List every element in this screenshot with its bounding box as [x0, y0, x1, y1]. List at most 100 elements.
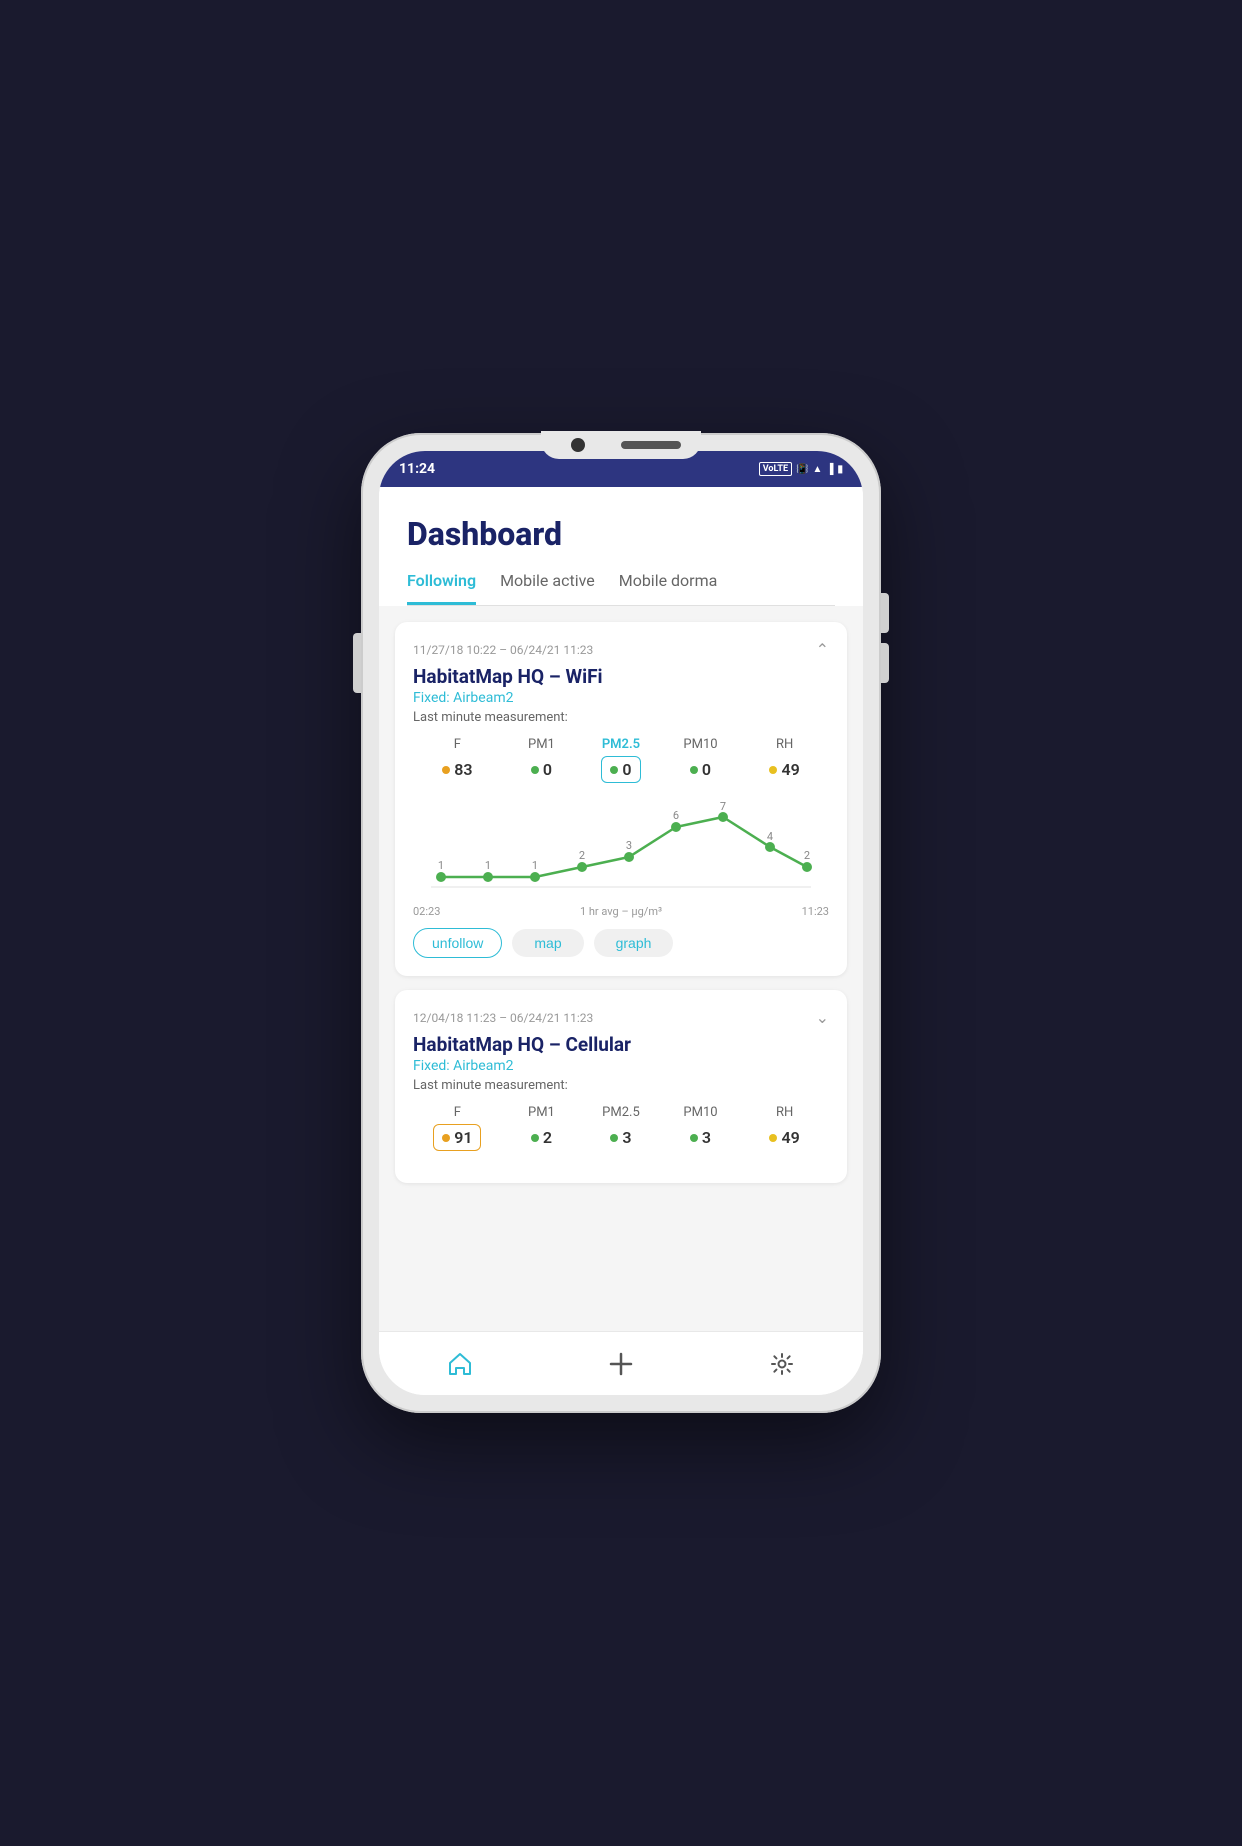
svg-text:1: 1 — [485, 859, 491, 872]
value2-RH: 49 — [781, 1128, 799, 1147]
dot-PM1 — [531, 766, 539, 774]
measure-value-F: 83 — [433, 756, 481, 783]
measure-label-PM25: PM2.5 — [602, 737, 640, 752]
measurement2-F[interactable]: F 91 — [433, 1105, 481, 1151]
measure2-label-PM10: PM10 — [683, 1105, 717, 1120]
bottom-nav — [379, 1331, 863, 1395]
camera-dot — [571, 438, 585, 452]
status-time: 11:24 — [399, 461, 435, 477]
nav-add[interactable] — [587, 1346, 655, 1382]
volume-down-button — [881, 643, 889, 683]
wifi-icon: ▲ — [812, 464, 822, 475]
svg-text:7: 7 — [720, 800, 726, 813]
measurement-PM25[interactable]: PM2.5 0 — [601, 737, 640, 783]
session-card-1: 11/27/18 10:22 – 06/24/21 11:23 ⌃ Habita… — [395, 622, 847, 976]
measure-value-PM1: 0 — [522, 756, 561, 783]
battery-icon: ▮ — [837, 464, 843, 475]
page-title: Dashboard — [407, 515, 835, 553]
measure2-label-PM25: PM2.5 — [602, 1105, 640, 1120]
tab-following[interactable]: Following — [407, 571, 476, 605]
value-RH: 49 — [781, 760, 799, 779]
measure-label-PM10: PM10 — [683, 737, 717, 752]
measurement-PM1[interactable]: PM1 0 — [522, 737, 561, 783]
power-button — [353, 633, 361, 693]
volte-badge: VoLTE — [759, 462, 792, 476]
tab-mobile-dorma[interactable]: Mobile dorma — [619, 571, 718, 605]
svg-text:2: 2 — [804, 849, 810, 862]
phone-notch — [541, 431, 701, 459]
measure-value-RH: 49 — [760, 756, 808, 783]
measure-label-PM1: PM1 — [528, 737, 555, 752]
nav-settings[interactable] — [748, 1346, 816, 1382]
card1-chevron-up[interactable]: ⌃ — [816, 640, 829, 659]
measurement-RH[interactable]: RH 49 — [760, 737, 808, 783]
unfollow-button[interactable]: unfollow — [413, 928, 502, 958]
tab-mobile-active[interactable]: Mobile active — [500, 571, 595, 605]
card1-measurements: F 83 PM1 0 — [413, 737, 829, 783]
vibrate-icon: 📳 — [796, 464, 808, 475]
card2-subtitle: Fixed: Airbeam2 — [413, 1058, 829, 1074]
dot-F — [442, 766, 450, 774]
chart-dot-8 — [802, 862, 812, 872]
card1-chart: 1 1 1 2 3 6 7 4 2 02:23 1 hr avg – — [413, 797, 829, 918]
value-PM1: 0 — [543, 760, 552, 779]
card1-date-row: 11/27/18 10:22 – 06/24/21 11:23 ⌃ — [413, 640, 829, 659]
card2-chevron-down[interactable]: ⌄ — [816, 1008, 829, 1027]
volume-up-button — [881, 593, 889, 633]
measure-label-RH: RH — [776, 737, 793, 752]
card2-measurement-label: Last minute measurement: — [413, 1078, 829, 1093]
svg-text:4: 4 — [767, 830, 773, 843]
chart-dot-4 — [624, 852, 634, 862]
measure2-value-PM25: 3 — [601, 1124, 640, 1151]
chart-dot-1 — [483, 872, 493, 882]
app-content: Dashboard Following Mobile active Mobile… — [379, 487, 863, 1331]
card2-title: HabitatMap HQ – Cellular — [413, 1033, 829, 1056]
measure2-value-PM1: 2 — [522, 1124, 561, 1151]
measure2-label-F: F — [454, 1105, 461, 1120]
chart-time-row: 02:23 1 hr avg – μg/m³ 11:23 — [413, 905, 829, 918]
dot-RH — [769, 766, 777, 774]
measure-value-PM10: 0 — [681, 756, 720, 783]
measurement-PM10[interactable]: PM10 0 — [681, 737, 720, 783]
measure2-label-PM1: PM1 — [528, 1105, 555, 1120]
dot-PM10 — [690, 766, 698, 774]
nav-home[interactable] — [426, 1346, 494, 1382]
value-PM25: 0 — [622, 760, 631, 779]
dot-PM25 — [610, 766, 618, 774]
svg-text:1: 1 — [532, 859, 538, 872]
measure-label-F: F — [454, 737, 461, 752]
chart-dot-3 — [577, 862, 587, 872]
card1-subtitle: Fixed: Airbeam2 — [413, 690, 829, 706]
chart-dot-2 — [530, 872, 540, 882]
dot2-PM1 — [531, 1134, 539, 1142]
tab-bar: Following Mobile active Mobile dorma — [407, 571, 835, 606]
measurement2-PM10[interactable]: PM10 3 — [681, 1105, 720, 1151]
chart-svg: 1 1 1 2 3 6 7 4 2 — [413, 797, 829, 897]
gear-icon — [768, 1350, 796, 1378]
dot2-F — [442, 1134, 450, 1142]
svg-text:6: 6 — [673, 809, 679, 822]
plus-icon — [607, 1350, 635, 1378]
signal-icon: ▐ — [826, 464, 833, 475]
graph-button[interactable]: graph — [594, 929, 674, 957]
card1-measurement-label: Last minute measurement: — [413, 710, 829, 725]
measurement2-RH[interactable]: RH 49 — [760, 1105, 808, 1151]
map-button[interactable]: map — [512, 929, 583, 957]
chart-dot-0 — [436, 872, 446, 882]
measurement-F[interactable]: F 83 — [433, 737, 481, 783]
measurement2-PM1[interactable]: PM1 2 — [522, 1105, 561, 1151]
card2-date-row: 12/04/18 11:23 – 06/24/21 11:23 ⌄ — [413, 1008, 829, 1027]
chart-time-end: 11:23 — [802, 905, 829, 918]
value2-PM25: 3 — [622, 1128, 631, 1147]
measure2-label-RH: RH — [776, 1105, 793, 1120]
card1-actions: unfollow map graph — [413, 928, 829, 958]
value-F: 83 — [454, 760, 472, 779]
session-card-2: 12/04/18 11:23 – 06/24/21 11:23 ⌄ Habita… — [395, 990, 847, 1183]
card1-date: 11/27/18 10:22 – 06/24/21 11:23 — [413, 643, 593, 657]
home-icon — [446, 1350, 474, 1378]
measurement2-PM25[interactable]: PM2.5 3 — [601, 1105, 640, 1151]
chart-dot-6 — [718, 812, 728, 822]
chart-time-start: 02:23 — [413, 905, 440, 918]
card2-date: 12/04/18 11:23 – 06/24/21 11:23 — [413, 1011, 593, 1025]
value2-PM1: 2 — [543, 1128, 552, 1147]
